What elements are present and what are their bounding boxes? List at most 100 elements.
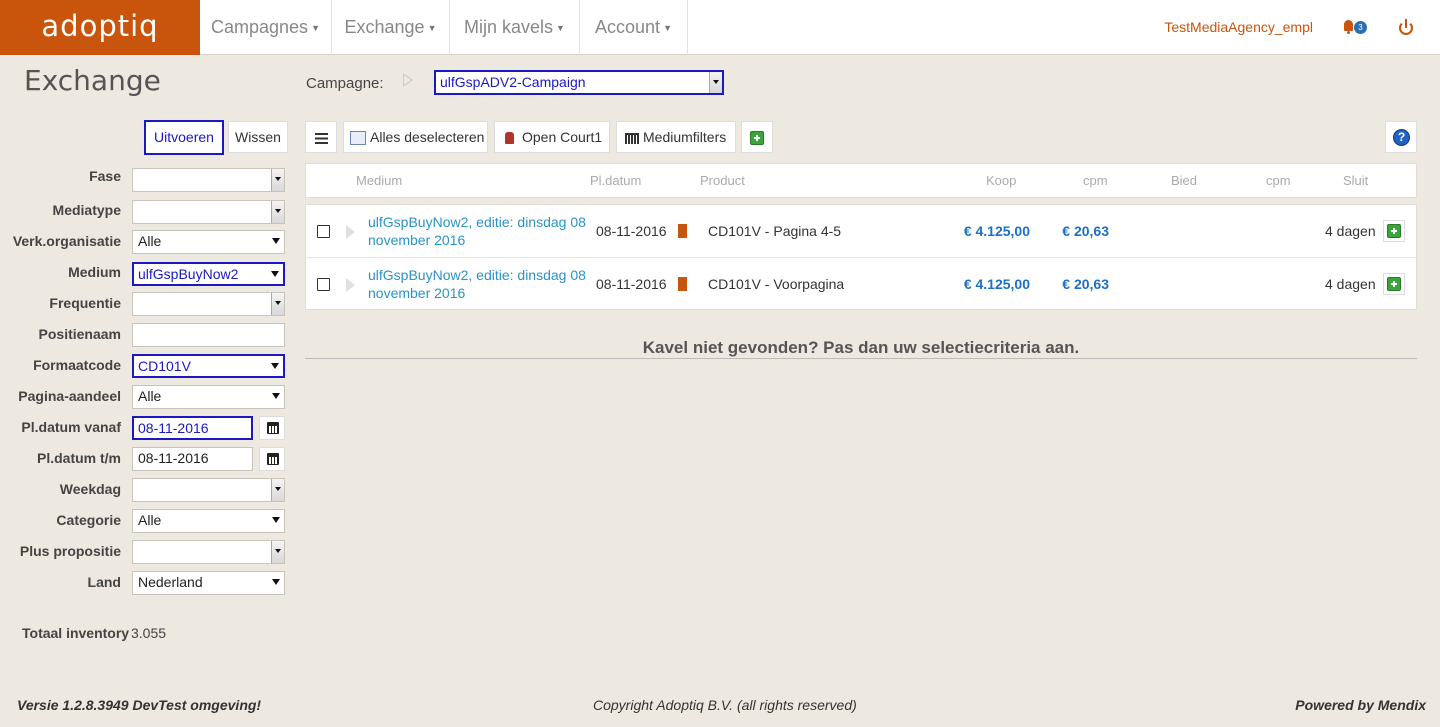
col-koop[interactable]: Koop: [986, 173, 1016, 188]
positienaam-input[interactable]: [132, 323, 285, 347]
gavel-icon: [505, 132, 514, 145]
help-button[interactable]: ?: [1385, 121, 1417, 153]
open-court-button[interactable]: Open Court1: [494, 121, 610, 153]
plus-icon: [1387, 224, 1401, 238]
land-select[interactable]: Nederland: [132, 571, 285, 595]
mediatype-select[interactable]: [132, 200, 285, 224]
koop-cell: € 4.125,00: [963, 223, 1030, 239]
formaatcode-value: CD101V: [138, 358, 191, 374]
row-checkbox[interactable]: [317, 225, 330, 238]
hamburger-icon: [314, 132, 328, 144]
campaign-label: Campagne:: [306, 75, 384, 92]
plus-icon: [1387, 277, 1401, 291]
cpm-cell: € 20,63: [1062, 276, 1109, 292]
cpm-cell: € 20,63: [1062, 223, 1109, 239]
plus-propositie-select[interactable]: [132, 540, 285, 564]
total-inventory-value: 3.055: [131, 625, 167, 641]
chevron-down-icon: ▼: [427, 22, 437, 33]
menu-button[interactable]: [305, 121, 337, 153]
nav-campagnes-label: Campagnes: [211, 17, 309, 37]
calendar-button-tm[interactable]: [259, 447, 285, 471]
dropdown-arrow-icon: [272, 238, 280, 244]
plus-icon: [750, 131, 764, 146]
col-cpm-bied[interactable]: cpm: [1266, 173, 1291, 188]
nav-mijn-kavels[interactable]: Mijn kavels ▼: [450, 0, 580, 55]
campaign-select[interactable]: ulfGspADV2-Campaign: [434, 70, 724, 95]
sluit-cell: 4 dagen: [1325, 223, 1376, 239]
campaign-select-value: ulfGspADV2-Campaign: [440, 74, 586, 90]
row-checkbox[interactable]: [317, 278, 330, 291]
col-product[interactable]: Product: [700, 173, 745, 188]
clear-button[interactable]: Wissen: [228, 121, 288, 153]
col-bied[interactable]: Bied: [1171, 173, 1197, 188]
col-pldatum[interactable]: Pl.datum: [590, 173, 641, 188]
row-add-button[interactable]: [1383, 220, 1405, 242]
formaatcode-label: Formaatcode: [33, 357, 121, 373]
sluit-cell: 4 dagen: [1325, 276, 1376, 292]
nav-exchange[interactable]: Exchange ▼: [332, 0, 450, 55]
divider: [305, 358, 1417, 359]
row-add-button[interactable]: [1383, 273, 1405, 295]
medium-value: ulfGspBuyNow2: [138, 266, 239, 282]
notifications-button[interactable]: 3: [1340, 18, 1370, 38]
verk-org-select[interactable]: Alle: [132, 230, 285, 254]
formaatcode-select[interactable]: CD101V: [132, 354, 285, 378]
dropdown-arrow-icon: [271, 363, 279, 369]
chevron-down-icon: ▼: [663, 22, 672, 33]
table-header: Medium Pl.datum Product Koop cpm Bied cp…: [305, 163, 1417, 198]
frequentie-select[interactable]: [132, 292, 285, 316]
col-medium[interactable]: Medium: [356, 173, 402, 188]
footer-powered[interactable]: Powered by Mendix: [1295, 697, 1426, 713]
run-button[interactable]: Uitvoeren: [144, 120, 224, 155]
medium-link[interactable]: ulfGspBuyNow2, editie: dinsdag 08 novemb…: [368, 266, 590, 302]
deselect-icon: [350, 131, 366, 146]
dropdown-arrow-icon: [271, 271, 279, 277]
pl-datum-vanaf-value: 08-11-2016: [138, 420, 209, 436]
expand-arrow-icon[interactable]: [346, 278, 355, 292]
weekdag-select[interactable]: [132, 478, 285, 502]
nav-campagnes[interactable]: Campagnes ▼: [200, 0, 332, 55]
play-arrow-icon: [403, 73, 413, 87]
dropdown-arrow-icon: [709, 72, 722, 93]
add-button[interactable]: [741, 121, 773, 153]
pl-datum-vanaf-input[interactable]: 08-11-2016: [132, 416, 253, 440]
product-cell: CD101V - Voorpagina: [708, 276, 845, 292]
expand-arrow-icon[interactable]: [346, 225, 355, 239]
open-court-label: Open Court1: [522, 129, 603, 145]
total-inventory-label: Totaal inventory: [22, 625, 130, 641]
dropdown-arrow-icon: [272, 517, 280, 523]
user-link[interactable]: TestMediaAgency_empl: [1164, 0, 1313, 55]
medium-select[interactable]: ulfGspBuyNow2: [132, 262, 285, 286]
plus-propositie-label: Plus propositie: [19, 543, 121, 559]
pl-datum-tm-input[interactable]: 08-11-2016: [132, 447, 253, 471]
app-logo[interactable]: adoptiq: [0, 0, 200, 55]
nav-account[interactable]: Account ▼: [580, 0, 688, 55]
categorie-select[interactable]: Alle: [132, 509, 285, 533]
bell-icon: [1344, 20, 1353, 34]
dropdown-arrow-icon: [272, 393, 280, 399]
logout-button[interactable]: [1398, 19, 1414, 35]
table-row: ulfGspBuyNow2, editie: dinsdag 08 novemb…: [306, 258, 1416, 311]
mediumfilters-button[interactable]: Mediumfilters: [616, 121, 736, 153]
col-sluit[interactable]: Sluit: [1343, 173, 1368, 188]
pagina-aandeel-value: Alle: [138, 388, 162, 404]
col-cpm[interactable]: cpm: [1083, 173, 1108, 188]
positienaam-label: Positienaam: [38, 326, 121, 342]
categorie-value: Alle: [138, 512, 162, 528]
koop-cell: € 4.125,00: [963, 276, 1030, 292]
nav-account-label: Account: [595, 17, 661, 37]
calendar-button-vanaf[interactable]: [259, 416, 285, 440]
frequentie-label: Frequentie: [49, 295, 121, 311]
medium-link[interactable]: ulfGspBuyNow2, editie: dinsdag 08 novemb…: [368, 213, 590, 249]
nav-exchange-label: Exchange: [344, 17, 425, 37]
deselect-all-button[interactable]: Alles deselecteren: [343, 121, 488, 153]
pagina-aandeel-label: Pagina-aandeel: [18, 388, 121, 404]
fase-select[interactable]: [132, 168, 285, 192]
fase-label: Fase: [89, 168, 121, 184]
dropdown-arrow-icon: [271, 293, 284, 315]
pagina-aandeel-select[interactable]: Alle: [132, 385, 285, 409]
mediatype-label: Mediatype: [52, 202, 121, 218]
results-table: ulfGspBuyNow2, editie: dinsdag 08 novemb…: [305, 204, 1417, 310]
power-icon-line: [1405, 19, 1407, 28]
pldatum-cell: 08-11-2016: [596, 276, 667, 292]
